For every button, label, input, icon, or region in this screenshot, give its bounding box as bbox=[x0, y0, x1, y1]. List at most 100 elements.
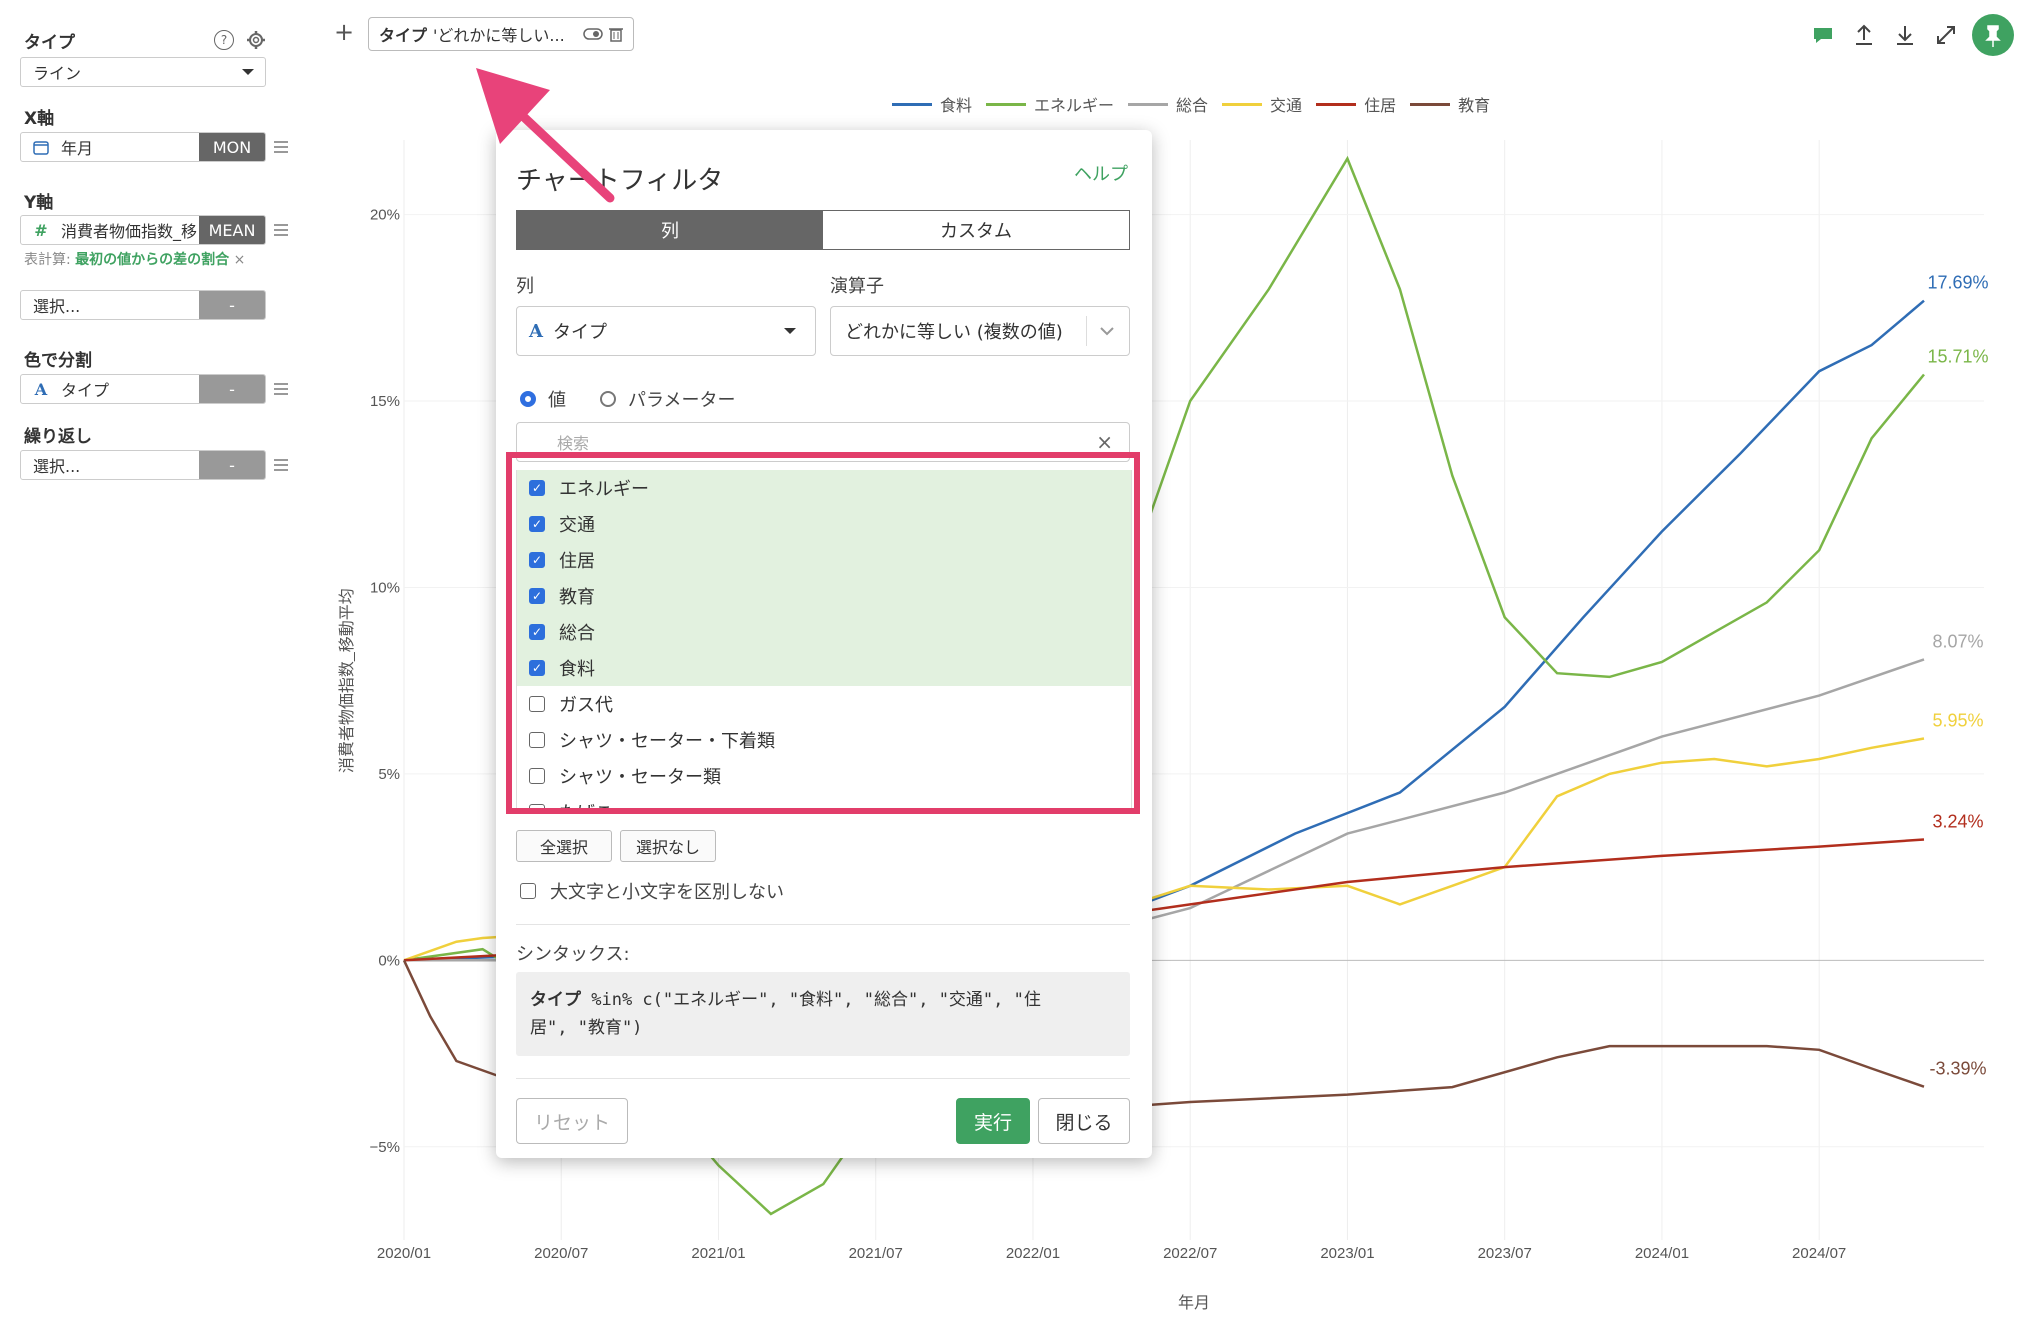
legend-swatch bbox=[1316, 102, 1357, 106]
x-tick-label: 2022/07 bbox=[1163, 1245, 1217, 1262]
legend-label: 総合 bbox=[1176, 96, 1209, 115]
operator-select-value: どれかに等しい (複数の値) bbox=[845, 322, 1063, 343]
operator-label: 演算子 bbox=[830, 276, 884, 297]
calendar-icon bbox=[33, 141, 49, 155]
table-calc-value[interactable]: 最初の値からの差の割合 bbox=[75, 252, 229, 268]
legend-swatch bbox=[1410, 102, 1451, 106]
select-none-button[interactable]: 選択なし bbox=[620, 830, 716, 862]
syntax-key: タイプ bbox=[530, 990, 581, 1010]
radio-value[interactable]: 値 bbox=[520, 386, 566, 412]
search-placeholder: 検索 bbox=[557, 434, 590, 453]
legend-item[interactable]: 教育 bbox=[1410, 92, 1490, 116]
radio-parameter-indicator bbox=[600, 391, 616, 407]
series-end-label: 15.71% bbox=[1927, 347, 1988, 367]
x-tick-label: 2023/07 bbox=[1478, 1245, 1532, 1262]
series-end-label: 5.95% bbox=[1932, 710, 1983, 730]
x-tick-label: 2021/01 bbox=[691, 1245, 745, 1262]
x-axis-drag-handle[interactable] bbox=[274, 138, 288, 156]
toggle-icon[interactable] bbox=[583, 27, 603, 41]
expand-icon[interactable] bbox=[1933, 22, 1959, 48]
table-calc-remove[interactable]: × bbox=[234, 252, 246, 268]
dialog-help-link[interactable]: ヘルプ bbox=[1074, 160, 1128, 186]
y-axis-drag-handle[interactable] bbox=[274, 221, 288, 239]
repeat-label: 繰り返し bbox=[24, 427, 92, 447]
legend-swatch bbox=[1128, 102, 1169, 106]
x-axis-aggregation[interactable]: MON bbox=[199, 133, 265, 161]
filter-chip-value: 'どれかに等しい... bbox=[433, 26, 565, 45]
syntax-line-2: 居", "教育") bbox=[530, 1018, 643, 1038]
color-split-drag-handle[interactable] bbox=[274, 380, 288, 398]
download-icon[interactable] bbox=[1892, 22, 1918, 48]
tab-custom[interactable]: カスタム bbox=[823, 211, 1129, 249]
case-insensitive-label: 大文字と小文字を区別しない bbox=[550, 882, 784, 903]
reset-button[interactable]: リセット bbox=[516, 1098, 628, 1144]
y2-select[interactable]: 選択... - bbox=[20, 290, 266, 320]
filter-chip[interactable]: タイプ 'どれかに等しい... bbox=[368, 17, 634, 51]
y-axis-title: 消費者物価指数_移動平均 bbox=[338, 588, 356, 773]
gear-icon[interactable] bbox=[246, 30, 266, 50]
legend-item[interactable]: 総合 bbox=[1128, 92, 1208, 116]
case-insensitive-option[interactable]: 大文字と小文字を区別しない bbox=[520, 878, 784, 904]
upload-icon[interactable] bbox=[1851, 22, 1877, 48]
select-all-button[interactable]: 全選択 bbox=[516, 830, 612, 862]
chart-type-select[interactable]: ライン bbox=[20, 57, 266, 87]
close-button[interactable]: 閉じる bbox=[1038, 1098, 1130, 1144]
radio-parameter[interactable]: パラメーター bbox=[600, 386, 735, 412]
syntax-line-1: %in% c("エネルギー", "食料", "総合", "交通", "住 bbox=[581, 990, 1041, 1010]
x-tick-label: 2024/07 bbox=[1792, 1245, 1846, 1262]
legend-item[interactable]: エネルギー bbox=[986, 92, 1114, 116]
legend-label: 教育 bbox=[1458, 96, 1491, 115]
y-axis-label: Y軸 bbox=[24, 193, 54, 213]
radio-parameter-label: パラメーター bbox=[628, 390, 736, 411]
y-tick-label: 5% bbox=[378, 766, 400, 783]
y-axis-field[interactable]: # 消費者物価指数_移 MEAN bbox=[20, 215, 266, 245]
y2-select-placeholder: 選択... bbox=[33, 297, 81, 316]
y-tick-label: 15% bbox=[370, 393, 400, 410]
repeat-select[interactable]: 選択... - bbox=[20, 450, 266, 480]
x-axis-field-name: 年月 bbox=[61, 139, 94, 158]
chart-type-label: タイプ bbox=[24, 33, 75, 53]
column-select[interactable]: A タイプ bbox=[516, 306, 816, 356]
x-tick-label: 2022/01 bbox=[1006, 1245, 1060, 1262]
repeat-drag-handle[interactable] bbox=[274, 456, 288, 474]
repeat-select-tag[interactable]: - bbox=[199, 451, 265, 479]
x-tick-label: 2020/01 bbox=[377, 1245, 431, 1262]
pin-button[interactable] bbox=[1972, 14, 2014, 56]
filter-mode-tabs: 列 カスタム bbox=[516, 210, 1130, 250]
chart-type-value: ライン bbox=[33, 64, 82, 83]
series-end-label: 3.24% bbox=[1932, 812, 1983, 832]
search-clear-icon[interactable]: × bbox=[1096, 430, 1113, 454]
y-tick-label: −5% bbox=[370, 1139, 400, 1156]
table-calc-prefix: 表計算: bbox=[24, 252, 71, 268]
y-tick-label: 20% bbox=[370, 207, 400, 224]
y2-select-tag[interactable]: - bbox=[199, 291, 265, 319]
table-calc-note: 表計算: 最初の値からの差の割合 × bbox=[24, 249, 245, 269]
x-axis-field[interactable]: 年月 MON bbox=[20, 132, 266, 162]
syntax-preview: タイプ %in% c("エネルギー", "食料", "総合", "交通", "住… bbox=[516, 972, 1130, 1056]
series-end-label: 8.07% bbox=[1932, 631, 1983, 651]
color-split-tag[interactable]: - bbox=[199, 375, 265, 403]
y-axis-aggregation[interactable]: MEAN bbox=[199, 216, 265, 244]
divider bbox=[516, 924, 1130, 925]
pointer-arrow-icon bbox=[476, 68, 615, 203]
x-tick-label: 2020/07 bbox=[534, 1245, 588, 1262]
color-split-field[interactable]: A タイプ - bbox=[20, 374, 266, 404]
operator-select[interactable]: どれかに等しい (複数の値) bbox=[830, 306, 1130, 356]
legend-item[interactable]: 住居 bbox=[1316, 92, 1396, 116]
legend-item[interactable]: 交通 bbox=[1222, 92, 1302, 116]
tab-column[interactable]: 列 bbox=[517, 211, 823, 249]
help-icon[interactable]: ? bbox=[214, 30, 234, 50]
chevron-down-icon bbox=[242, 69, 254, 75]
legend-item[interactable]: 食料 bbox=[892, 92, 972, 116]
color-split-field-name: タイプ bbox=[61, 381, 110, 400]
y-axis-field-name: 消費者物価指数_移 bbox=[61, 222, 198, 241]
legend-swatch bbox=[892, 102, 932, 106]
comment-icon[interactable] bbox=[1810, 22, 1836, 48]
filter-chip-key: タイプ bbox=[379, 26, 428, 45]
chevron-down-icon bbox=[1100, 327, 1114, 336]
add-filter-button[interactable]: + bbox=[334, 18, 354, 46]
legend-swatch bbox=[1222, 102, 1263, 106]
trash-icon[interactable] bbox=[609, 26, 623, 42]
run-button[interactable]: 実行 bbox=[956, 1098, 1030, 1144]
case-insensitive-checkbox[interactable] bbox=[520, 883, 536, 899]
